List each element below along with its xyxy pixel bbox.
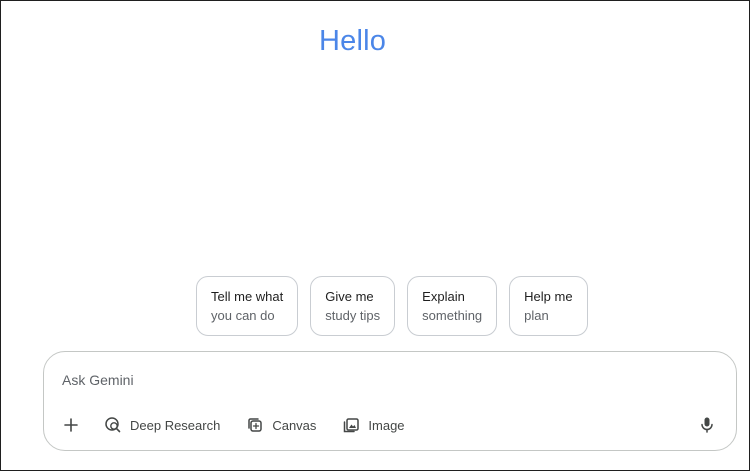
- add-button[interactable]: [58, 412, 84, 438]
- chip-line-2: plan: [524, 308, 549, 323]
- deep-research-icon: [105, 417, 121, 433]
- chip-line-2: something: [422, 308, 483, 323]
- canvas-label: Canvas: [272, 417, 317, 433]
- suggestion-chip-study-tips[interactable]: Give me study tips: [310, 276, 396, 336]
- microphone-button[interactable]: [694, 412, 720, 438]
- plus-icon: [64, 418, 78, 432]
- image-label: Image: [368, 417, 405, 433]
- suggestion-chip-explain[interactable]: Explain something: [407, 276, 498, 336]
- greeting-title: Hello: [319, 25, 387, 57]
- prompt-composer: Deep Research Canvas Image: [43, 351, 737, 451]
- chip-line-1: Help me: [524, 289, 573, 304]
- microphone-icon: [701, 417, 713, 433]
- image-button[interactable]: Image: [342, 412, 405, 438]
- canvas-icon: [248, 418, 263, 432]
- deep-research-button[interactable]: Deep Research: [104, 412, 220, 438]
- gemini-window: Hello Tell me what you can do Give me st…: [0, 0, 750, 471]
- suggestion-chips: Tell me what you can do Give me study ti…: [196, 276, 588, 336]
- chip-line-1: Give me: [325, 289, 374, 304]
- chip-line-1: Explain: [422, 289, 465, 304]
- prompt-input[interactable]: [62, 369, 662, 391]
- chip-line-2: study tips: [325, 308, 381, 323]
- suggestion-chip-tell-me-what[interactable]: Tell me what you can do: [196, 276, 299, 336]
- chip-line-2: you can do: [211, 308, 275, 323]
- suggestion-chip-plan[interactable]: Help me plan: [509, 276, 588, 336]
- deep-research-label: Deep Research: [130, 417, 221, 433]
- image-gallery-icon: [344, 418, 360, 433]
- canvas-button[interactable]: Canvas: [246, 412, 316, 438]
- chip-line-1: Tell me what: [211, 289, 284, 304]
- composer-toolbar: Deep Research Canvas Image: [58, 412, 405, 438]
